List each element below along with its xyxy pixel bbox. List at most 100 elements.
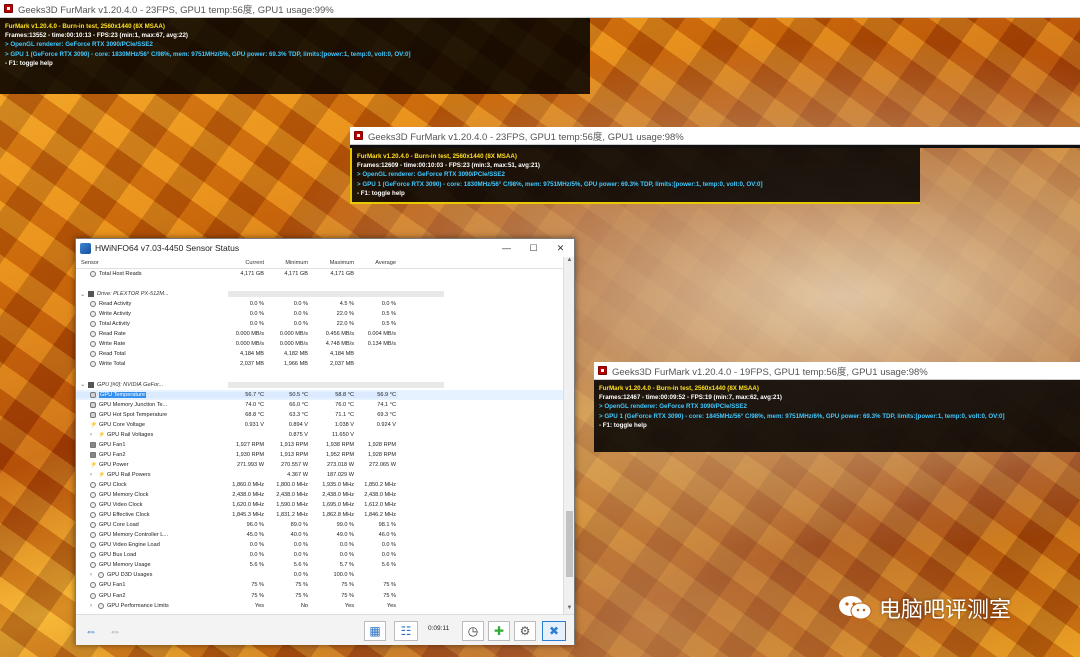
sensor-name-cell[interactable]: GPU Fan1 — [76, 441, 228, 448]
sensor-name-cell[interactable]: GPU Memory Controller L... — [76, 532, 228, 539]
sensor-name-cell[interactable]: GPU Video Engine Load — [76, 542, 228, 549]
sensor-row[interactable]: GPU Fan2 75 % 75 % 75 % 75 % — [76, 591, 564, 601]
sensor-row[interactable]: Read Activity 0.0 % 0.0 % 4.5 % 0.0 % — [76, 299, 564, 309]
furmark-window-3[interactable]: Geeks3D FurMark v1.20.4.0 - 19FPS, GPU1 … — [594, 362, 1080, 452]
column-header-sensor[interactable]: Sensor — [76, 260, 228, 266]
sensor-name-cell[interactable]: Write Activity — [76, 311, 228, 318]
sensor-name-cell[interactable]: GPU Hot Spot Temperature — [76, 411, 228, 418]
sensor-name-cell[interactable]: Write Rate — [76, 341, 228, 348]
sensor-name-cell[interactable]: GPU Fan1 — [76, 582, 228, 589]
sensor-row[interactable]: GPU Memory Usage 5.6 % 5.6 % 5.7 % 5.6 % — [76, 560, 564, 570]
sensor-name-cell[interactable]: GPU Memory Junction Te... — [76, 401, 228, 408]
sensor-row[interactable]: GPU Memory Clock 2,438.0 MHz 2,438.0 MHz 2,… — [76, 490, 564, 500]
minimize-button[interactable]: — — [493, 239, 520, 257]
nav-right-icon[interactable]: ⇔ — [104, 621, 126, 641]
sensor-row[interactable]: ⚡ GPU Power 271.993 W 270.557 W 273.018 W 272… — [76, 460, 564, 470]
sensor-row[interactable]: GPU Effective Clock 1,845.3 MHz 1,831.2 MH… — [76, 510, 564, 520]
sensor-name-cell[interactable]: GPU Video Clock — [76, 502, 228, 509]
sensor-row[interactable]: GPU Fan2 1,930 RPM 1,913 RPM 1,952 RPM 1,928… — [76, 450, 564, 460]
sensor-name-cell[interactable]: GPU Core Load — [76, 522, 228, 529]
sensor-row[interactable]: Write Total 2,037 MB 1,966 MB 2,037 MB — [76, 359, 564, 369]
furmark-window-1[interactable]: Geeks3D FurMark v1.20.4.0 - 23FPS, GPU1 … — [0, 0, 1080, 94]
furmark-window-1-titlebar[interactable]: Geeks3D FurMark v1.20.4.0 - 23FPS, GPU1 … — [0, 0, 1080, 18]
sensor-name-cell[interactable]: › GPU D3D Usages — [76, 572, 228, 579]
sensor-name-cell[interactable]: GPU Memory Clock — [76, 492, 228, 499]
sensor-name-cell[interactable]: GPU Bus Load — [76, 552, 228, 559]
sensor-name-cell[interactable]: GPU Fan2 — [76, 592, 228, 599]
sensor-name-cell[interactable]: GPU Effective Clock — [76, 512, 228, 519]
sensor-name-cell[interactable]: Read Total — [76, 351, 228, 358]
sensor-group-header[interactable]: ⌄ Drive: PLEXTOR PX-512M... — [76, 289, 564, 300]
sensor-row[interactable]: Total Activity 0.0 % 0.0 % 22.0 % 0.5 % — [76, 319, 564, 329]
furmark-window-2[interactable]: Geeks3D FurMark v1.20.4.0 - 23FPS, GPU1 … — [350, 127, 1080, 204]
sensor-name-cell[interactable]: GPU Memory Usage — [76, 562, 228, 569]
sensor-row[interactable]: Total Host Reads 4,171 GB 4,171 GB 4,171 GB — [76, 269, 564, 279]
settings-icon[interactable]: ⚙ — [514, 621, 536, 641]
sensor-name-cell[interactable]: Total Activity — [76, 321, 228, 328]
sensor-group-header[interactable]: ⌄ GPU [#0]: NVIDIA GeFor... — [76, 379, 564, 390]
sensor-row[interactable]: Read Total 4,184 MB 4,182 MB 4,184 MB — [76, 349, 564, 359]
sensor-group-cell[interactable]: ⌄ GPU [#0]: NVIDIA GeFor... — [76, 381, 228, 388]
sensor-name-cell[interactable]: › ⚡ GPU Rail Powers — [76, 472, 228, 478]
column-header-minimum[interactable]: Minimum — [266, 260, 310, 266]
network-icon[interactable]: ▦ — [364, 621, 386, 641]
vertical-scrollbar[interactable]: ▲ ▼ — [563, 257, 574, 614]
sensor-row[interactable]: GPU Fan1 1,927 RPM 1,913 RPM 1,938 RPM 1,928… — [76, 440, 564, 450]
scrollbar-thumb[interactable] — [566, 511, 573, 577]
expand-icon[interactable]: › — [90, 472, 96, 478]
sensor-label: Total Host Reads — [99, 271, 142, 278]
sensor-name-cell[interactable]: Write Total — [76, 361, 228, 368]
maximize-button[interactable]: ☐ — [520, 239, 547, 257]
report-icon[interactable]: ☷ — [394, 621, 418, 641]
nav-left-icon[interactable]: ⇔ — [80, 621, 102, 641]
expand-icon[interactable]: › — [90, 572, 96, 578]
sensor-name-cell[interactable]: ⚡ GPU Core Voltage — [76, 422, 228, 428]
sensor-name-cell[interactable]: › ⚡ GPU Rail Voltages — [76, 432, 228, 438]
expand-icon[interactable]: › — [90, 432, 96, 438]
sensor-name-cell[interactable]: ⚡ GPU Power — [76, 462, 228, 468]
sensor-row[interactable]: Read Rate 0.000 MB/s 0.000 MB/s 0.456 MB/s 0… — [76, 329, 564, 339]
sensor-name-cell[interactable]: GPU Clock — [76, 482, 228, 488]
sensor-row[interactable]: GPU Clock 1,860.0 MHz 1,800.0 MHz 1,935.0 M… — [76, 480, 564, 490]
column-header-average[interactable]: Average — [356, 260, 398, 266]
sensor-name-cell[interactable]: Read Activity — [76, 301, 228, 308]
column-header-maximum[interactable]: Maximum — [310, 260, 356, 266]
sensor-name-cell[interactable]: › GPU Performance Limits — [76, 602, 228, 609]
expand-icon[interactable]: › — [90, 603, 96, 609]
sensor-name-cell[interactable]: GPU Fan2 — [76, 451, 228, 458]
collapse-icon[interactable]: ⌄ — [80, 381, 86, 388]
scroll-up-arrow[interactable]: ▲ — [564, 257, 575, 266]
exit-icon[interactable]: ✖ — [542, 621, 566, 641]
sensor-name-cell[interactable]: Total Host Reads — [76, 271, 228, 278]
sensor-row[interactable]: Write Activity 0.0 % 0.0 % 22.0 % 0.5 % — [76, 309, 564, 319]
sensor-row[interactable]: GPU Bus Load 0.0 % 0.0 % 0.0 % 0.0 % — [76, 550, 564, 560]
sensor-row[interactable]: GPU Memory Junction Te... 74.0 °C 66.0 °C 7… — [76, 400, 564, 410]
furmark-window-2-titlebar[interactable]: Geeks3D FurMark v1.20.4.0 - 23FPS, GPU1 … — [350, 127, 1080, 145]
sensor-row[interactable]: GPU Core Load 96.0 % 89.0 % 99.0 % 98.1 % — [76, 520, 564, 530]
furmark-window-3-titlebar[interactable]: Geeks3D FurMark v1.20.4.0 - 19FPS, GPU1 … — [594, 362, 1080, 380]
add-icon[interactable]: ✚ — [488, 621, 510, 641]
hwinfo-titlebar[interactable]: HWiNFO64 v7.03-4450 Sensor Status — ☐ ✕ — [76, 239, 574, 257]
sensor-row[interactable]: › ⚡ GPU Rail Voltages 0.875 V 11.650 V — [76, 430, 564, 440]
sensor-row[interactable]: GPU Fan1 75 % 75 % 75 % 75 % — [76, 580, 564, 590]
sensor-row[interactable]: GPU Video Clock 1,620.0 MHz 1,590.0 MHz 1,6… — [76, 500, 564, 510]
scroll-down-arrow[interactable]: ▼ — [564, 605, 575, 614]
sensor-table[interactable]: Sensor Current Minimum Maximum Average T… — [76, 257, 564, 614]
sensor-row[interactable]: › GPU Performance Limits Yes No Yes Yes — [76, 601, 564, 611]
collapse-icon[interactable]: ⌄ — [80, 291, 86, 298]
sensor-row[interactable]: Write Rate 0.000 MB/s 0.000 MB/s 4.748 MB/s… — [76, 339, 564, 349]
sensor-group-cell[interactable]: ⌄ Drive: PLEXTOR PX-512M... — [76, 291, 228, 298]
clock-icon[interactable]: ◷ — [462, 621, 484, 641]
column-header-current[interactable]: Current — [228, 260, 266, 266]
sensor-name-cell[interactable]: Read Rate — [76, 331, 228, 338]
sensor-row[interactable]: GPU Hot Spot Temperature 68.8 °C 63.3 °C 71… — [76, 410, 564, 420]
sensor-row[interactable]: ⚡ GPU Core Voltage 0.931 V 0.894 V 1.038 V 0.… — [76, 420, 564, 430]
sensor-name-cell[interactable]: GPU Temperature — [76, 391, 228, 398]
hwinfo-window[interactable]: HWiNFO64 v7.03-4450 Sensor Status — ☐ ✕ … — [75, 238, 575, 645]
sensor-row[interactable]: GPU Video Engine Load 0.0 % 0.0 % 0.0 % 0.0 … — [76, 540, 564, 550]
close-button[interactable]: ✕ — [547, 239, 574, 257]
sensor-row[interactable]: GPU Temperature 56.7 °C 50.5 °C 58.8 °C 56.9… — [76, 389, 564, 400]
sensor-row[interactable]: GPU Memory Controller L... 45.0 % 40.0 % 49… — [76, 530, 564, 540]
sensor-row[interactable]: › GPU D3D Usages 0.0 % 100.0 % — [76, 570, 564, 580]
sensor-row[interactable]: › ⚡ GPU Rail Powers 4.367 W 187.029 W — [76, 470, 564, 480]
